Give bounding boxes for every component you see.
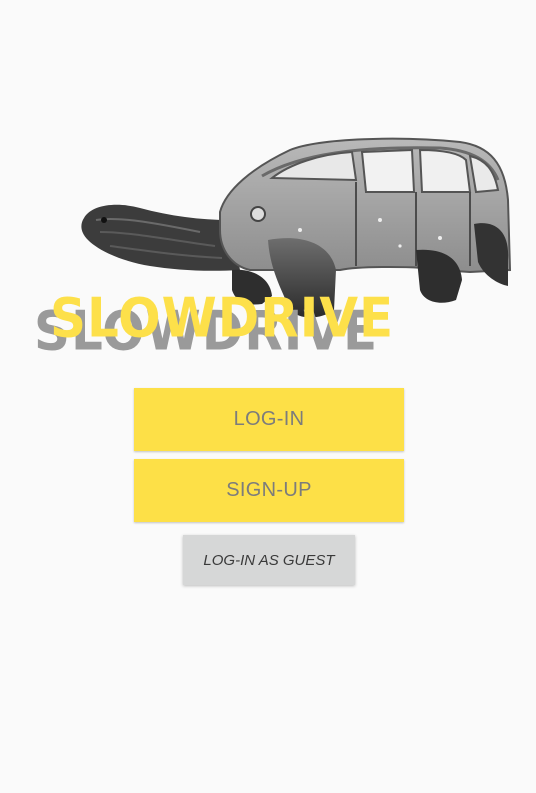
login-button[interactable]: LOG-IN bbox=[134, 388, 404, 451]
welcome-screen: SLOWDRIVE SLOWDRIVE LOG-IN SIGN-UP LOG-I… bbox=[0, 0, 536, 793]
login-as-guest-button[interactable]: LOG-IN AS GUEST bbox=[183, 535, 355, 585]
signup-button[interactable]: SIGN-UP bbox=[134, 459, 404, 522]
logo-text: SLOWDRIVE bbox=[50, 286, 395, 350]
app-logo: SLOWDRIVE SLOWDRIVE bbox=[0, 282, 536, 362]
